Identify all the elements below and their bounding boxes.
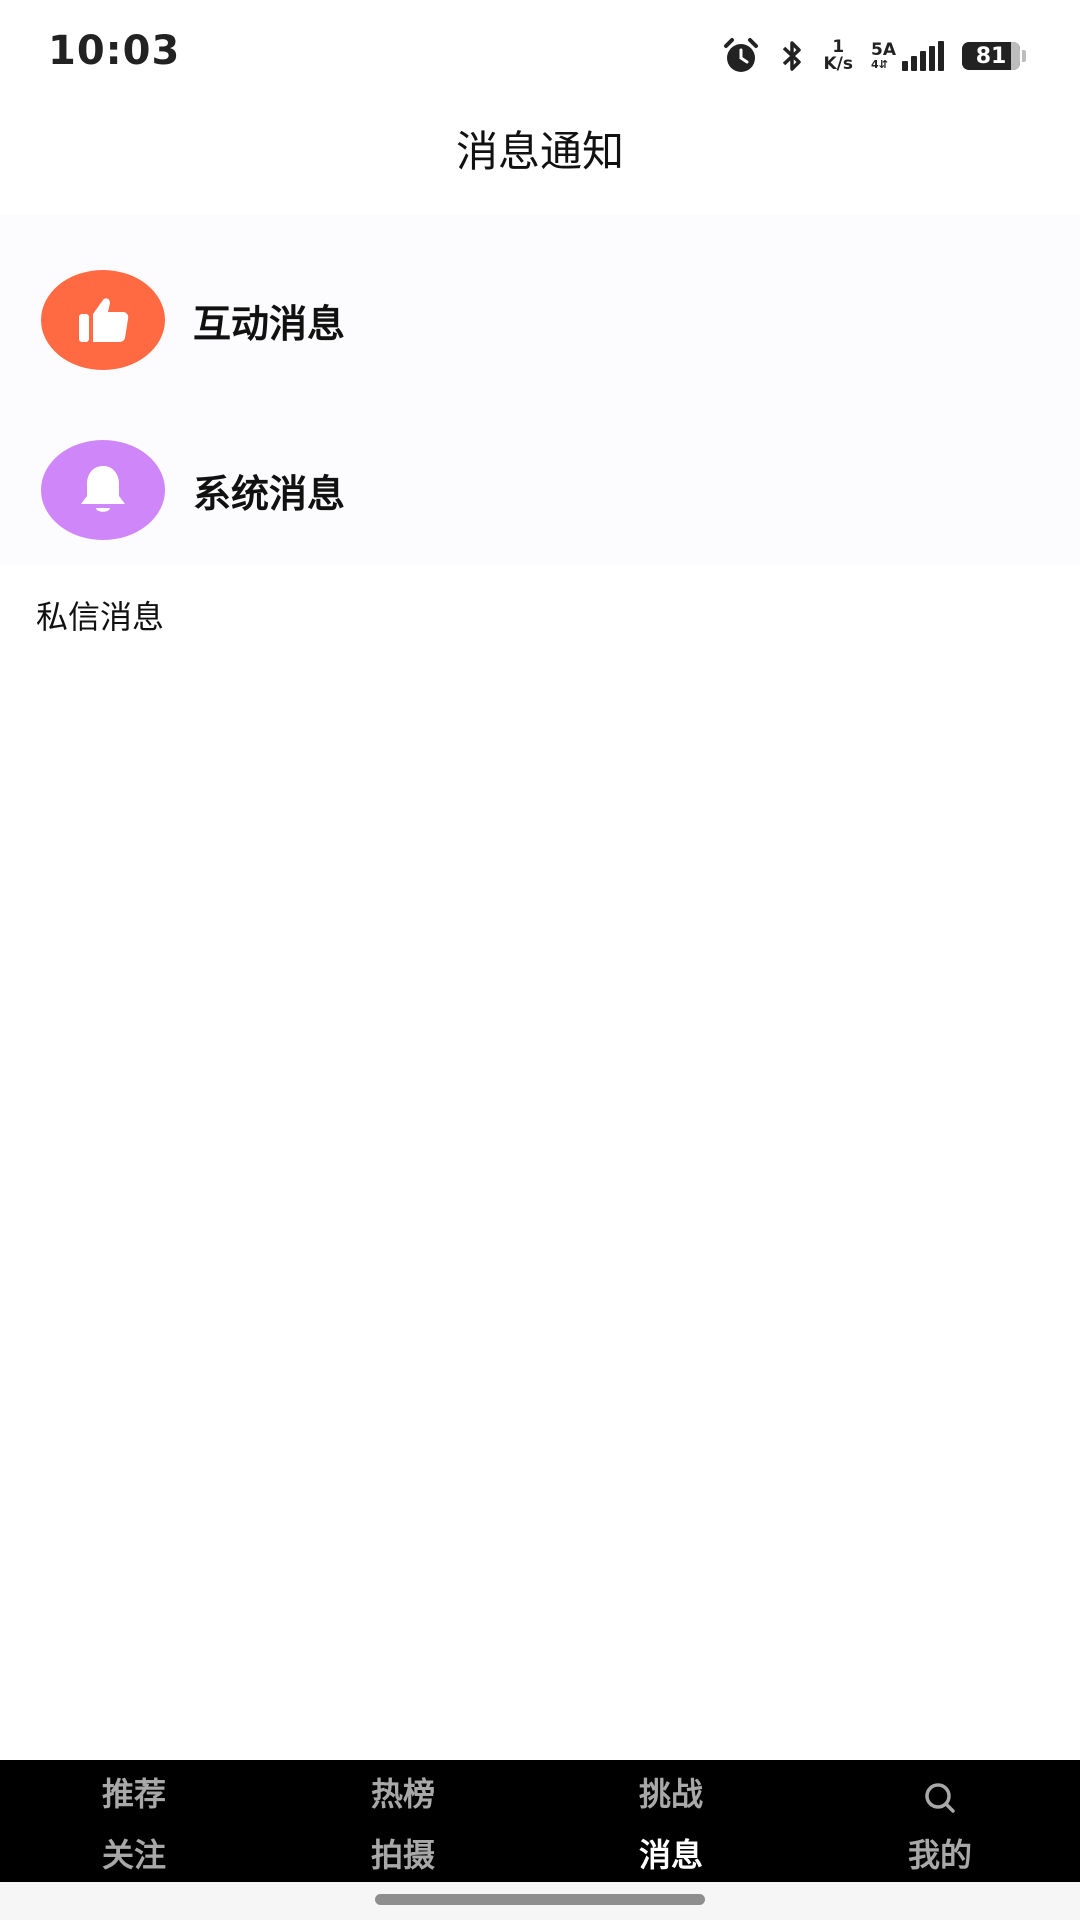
- nav-challenge[interactable]: 挑战: [571, 1769, 771, 1815]
- signal-label: 5A 4⇵: [871, 41, 896, 71]
- page-title: 消息通知: [455, 127, 624, 176]
- signal-label-top: 5A: [871, 40, 896, 60]
- nav-messages[interactable]: 消息: [571, 1830, 771, 1876]
- signal-label-bottom: 4⇵: [871, 58, 888, 71]
- nav-hot-list[interactable]: 热榜: [303, 1769, 503, 1815]
- bottom-nav: 推荐 热榜 挑战 关注 拍摄 消息 我的: [0, 1760, 1080, 1882]
- status-bar: 10:03 1 K/s 5A 4⇵ 81: [0, 0, 1080, 108]
- battery-level: 81: [975, 43, 1007, 69]
- interaction-icon-circle: [41, 270, 165, 370]
- home-gesture-handle[interactable]: [375, 1894, 705, 1905]
- alarm-icon: [721, 36, 761, 76]
- nav-profile[interactable]: 我的: [840, 1830, 1040, 1876]
- search-icon[interactable]: [922, 1780, 958, 1816]
- private-messages-title: 私信消息: [36, 598, 165, 636]
- nav-follow[interactable]: 关注: [34, 1830, 234, 1876]
- gesture-bar-area: [0, 1882, 1080, 1920]
- status-icons: 1 K/s 5A 4⇵ 81: [721, 34, 1026, 78]
- system-messages-item[interactable]: 系统消息: [0, 415, 1080, 565]
- interaction-messages-item[interactable]: 互动消息: [0, 245, 1080, 395]
- battery-icon: 81: [962, 42, 1026, 70]
- signal-indicator: 5A 4⇵: [871, 41, 944, 71]
- network-speed: 1 K/s: [823, 39, 853, 73]
- bell-icon: [81, 466, 125, 512]
- system-messages-label: 系统消息: [193, 471, 346, 516]
- signal-bars-icon: [902, 41, 944, 71]
- thumbs-up-icon: [79, 298, 129, 342]
- network-speed-unit: K/s: [823, 54, 853, 74]
- nav-shoot[interactable]: 拍摄: [303, 1830, 503, 1876]
- status-time: 10:03: [48, 28, 181, 74]
- system-icon-circle: [41, 440, 165, 540]
- notification-list: 互动消息 系统消息: [0, 215, 1080, 565]
- nav-recommend[interactable]: 推荐: [34, 1769, 234, 1815]
- bluetooth-icon: [779, 38, 805, 74]
- interaction-messages-label: 互动消息: [193, 301, 346, 346]
